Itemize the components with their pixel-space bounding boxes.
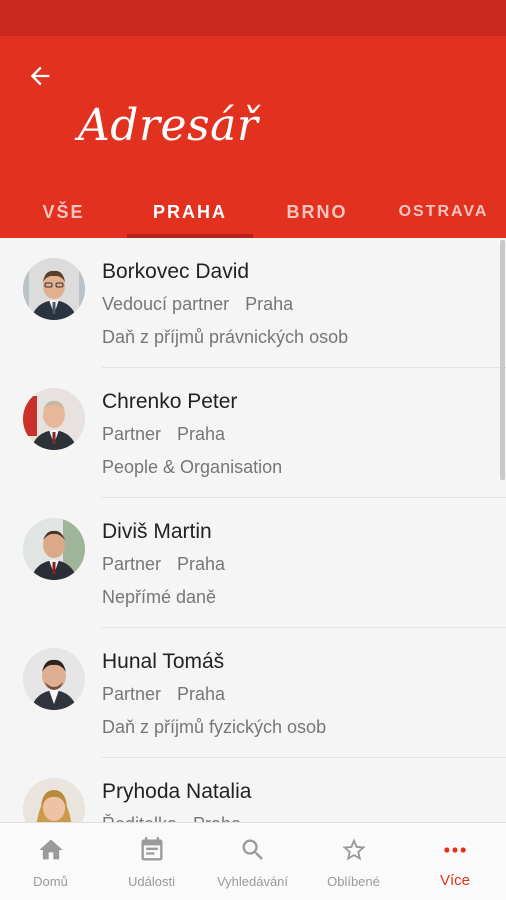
avatar — [23, 648, 85, 710]
contact-row[interactable]: Chrenko Peter Partner Praha People & Orga… — [0, 368, 506, 498]
arrow-back-icon — [30, 66, 50, 86]
tab-vse[interactable]: VŠE — [0, 186, 127, 238]
contact-name: Hunal Tomáš — [102, 650, 225, 673]
avatar — [23, 258, 85, 320]
contact-department: Daň z příjmů právnických osob — [102, 327, 349, 347]
contact-role: Partner — [102, 424, 162, 444]
star-icon — [339, 835, 369, 865]
contact-department: People & Organisation — [102, 457, 283, 477]
nav-home[interactable]: Domů — [0, 823, 101, 900]
avatar — [23, 518, 85, 580]
calendar-icon — [137, 835, 167, 865]
scrollbar[interactable] — [500, 240, 505, 480]
contact-department: Daň z příjmů fyzických osob — [102, 717, 327, 737]
tab-praha[interactable]: PRAHA — [127, 186, 253, 238]
contact-row[interactable]: Borkovec David Vedoucí partner Praha Daň … — [0, 238, 506, 368]
contact-row[interactable]: Hunal Tomáš Partner Praha Daň z příjmů fy… — [0, 628, 506, 758]
nav-label: Události — [128, 874, 175, 889]
contact-role: Partner — [102, 554, 162, 574]
nav-more[interactable]: Více — [404, 823, 506, 900]
bottom-navigation: Domů Události Vyhledávání Oblíbené Více — [0, 822, 506, 900]
app-bar: Adresář VŠE PRAHA BRNO OSTRAVA — [0, 36, 506, 238]
contact-list[interactable]: Borkovec David Vedoucí partner Praha Daň … — [0, 238, 506, 822]
contact-role: Ředitelka — [102, 814, 177, 822]
avatar — [23, 388, 85, 450]
nav-label: Domů — [33, 874, 68, 889]
contact-name: Pryhoda Natalia — [102, 780, 252, 803]
contact-name: Chrenko Peter — [102, 390, 238, 413]
tab-ostrava[interactable]: OSTRAVA — [381, 186, 506, 238]
contact-row[interactable]: Pryhoda Natalia Ředitelka Praha — [0, 758, 506, 822]
nav-favorites[interactable]: Oblíbené — [303, 823, 404, 900]
contact-role: Partner — [102, 684, 162, 704]
contact-city: Praha — [177, 684, 226, 704]
search-icon — [238, 835, 268, 865]
back-button[interactable] — [18, 58, 62, 94]
home-icon — [36, 835, 66, 865]
contact-role: Vedoucí partner — [102, 294, 230, 314]
contact-city: Praha — [245, 294, 294, 314]
nav-label: Vyhledávání — [216, 874, 289, 889]
contact-department: Nepřímé daně — [102, 587, 217, 607]
contact-meta: Partner Praha — [102, 554, 225, 575]
contact-city: Praha — [177, 424, 226, 444]
more-icon — [440, 835, 470, 865]
nav-search[interactable]: Vyhledávání — [202, 823, 303, 900]
contact-row[interactable]: Diviš Martin Partner Praha Nepřímé daně — [0, 498, 506, 628]
contact-meta: Partner Praha — [102, 424, 225, 445]
tab-brno[interactable]: BRNO — [253, 186, 381, 238]
contact-name: Borkovec David — [102, 260, 250, 283]
nav-label: Oblíbené — [327, 874, 380, 889]
tab-bar: VŠE PRAHA BRNO OSTRAVA — [0, 186, 506, 238]
nav-label: Více — [439, 872, 470, 889]
contact-city: Praha — [177, 554, 226, 574]
contact-name: Diviš Martin — [102, 520, 212, 543]
contact-city: Praha — [193, 814, 241, 822]
avatar — [23, 778, 85, 822]
contact-meta: Vedoucí partner Praha — [102, 294, 293, 315]
page-title: Adresář — [78, 100, 259, 151]
contact-meta: Ředitelka Praha — [102, 814, 241, 822]
nav-events[interactable]: Události — [101, 823, 202, 900]
contact-meta: Partner Praha — [102, 684, 225, 705]
status-bar — [0, 0, 506, 36]
